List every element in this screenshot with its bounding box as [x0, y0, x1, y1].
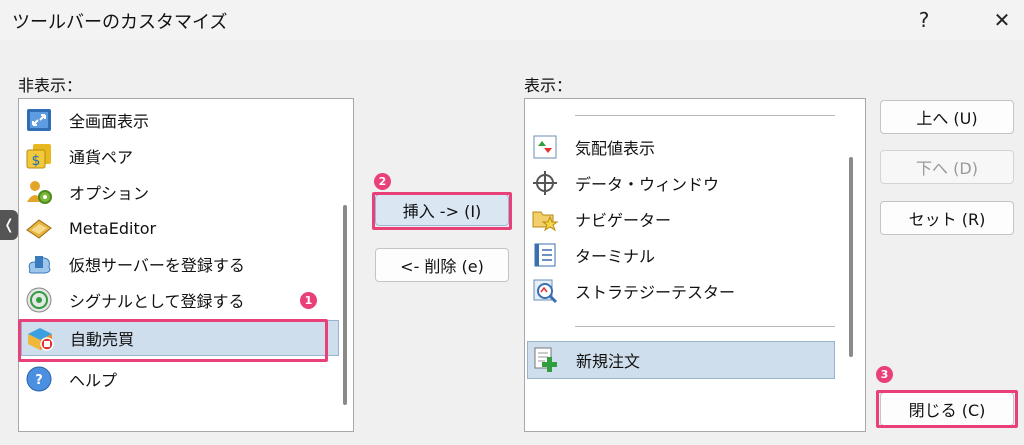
- list-item-strategy-tester[interactable]: ストラテジーテスター: [527, 273, 851, 309]
- step-badge-1: 1: [300, 292, 317, 309]
- fullscreen-icon: [27, 109, 51, 131]
- insert-button[interactable]: 挿入 -> (I): [375, 194, 509, 226]
- help-icon: ?: [26, 366, 52, 392]
- market-watch-icon: [533, 135, 557, 159]
- shown-list-label: 表示：: [524, 76, 573, 95]
- item-label: 新規注文: [576, 352, 641, 371]
- hidden-list[interactable]: 全画面表示 $ 通貨ペア オプション MetaEditor 仮想サーバーを登録す…: [18, 98, 354, 432]
- svg-text:$: $: [32, 153, 41, 169]
- hidden-list-label: 非表示：: [18, 76, 83, 95]
- list-item-virtual-server[interactable]: 仮想サーバーを登録する: [21, 246, 339, 282]
- close-button[interactable]: 閉じる (C): [880, 392, 1014, 426]
- hidden-list-scrollbar[interactable]: [343, 205, 347, 405]
- item-label: MetaEditor: [69, 218, 157, 238]
- move-down-button[interactable]: 下へ (D): [880, 150, 1014, 184]
- shown-list[interactable]: 気配値表示 データ・ウィンドウ ナビゲーター ターミナル ストラテジーテスター: [524, 98, 866, 432]
- list-item-help[interactable]: ? ヘルプ: [21, 361, 339, 397]
- signal-icon: [26, 287, 52, 313]
- collapse-tab-icon[interactable]: ❬: [0, 210, 18, 240]
- currency-pair-icon: $: [26, 144, 51, 169]
- navigator-icon: [532, 211, 559, 232]
- new-order-icon: [534, 347, 557, 372]
- metaeditor-icon: [26, 219, 52, 239]
- item-label: 気配値表示: [575, 139, 656, 158]
- close-window-button[interactable]: ✕: [984, 6, 1020, 34]
- list-item-terminal[interactable]: ターミナル: [527, 237, 851, 273]
- item-label: シグナルとして登録する: [69, 292, 245, 311]
- window-title: ツールバーのカスタマイズ: [12, 12, 228, 33]
- item-label: 仮想サーバーを登録する: [69, 256, 245, 275]
- list-item-options[interactable]: オプション: [21, 174, 339, 210]
- list-item-signal[interactable]: シグナルとして登録する: [21, 282, 339, 318]
- move-up-button[interactable]: 上へ (U): [880, 100, 1014, 134]
- separator: [575, 326, 835, 327]
- auto-trading-icon: [28, 328, 54, 351]
- shown-list-scrollbar[interactable]: [849, 157, 853, 357]
- list-item-data-window[interactable]: データ・ウィンドウ: [527, 165, 851, 201]
- item-label: データ・ウィンドウ: [575, 175, 720, 194]
- options-icon: [27, 181, 52, 204]
- item-label: 通貨ペア: [69, 148, 134, 167]
- list-item-market-watch[interactable]: 気配値表示: [527, 129, 851, 165]
- item-label: ナビゲーター: [575, 211, 672, 230]
- list-item-currency-pair[interactable]: $ 通貨ペア: [21, 138, 339, 174]
- list-item-fullscreen[interactable]: 全画面表示: [21, 102, 339, 138]
- step-badge-3: 3: [876, 366, 893, 383]
- item-label: 全画面表示: [69, 112, 150, 131]
- item-label: ストラテジーテスター: [575, 283, 736, 302]
- virtual-server-icon: [28, 256, 51, 274]
- remove-button[interactable]: <- 削除 (e): [375, 248, 509, 282]
- item-label: オプション: [69, 184, 150, 203]
- data-window-icon: [533, 171, 557, 195]
- help-button[interactable]: ?: [906, 6, 942, 34]
- list-item-new-order[interactable]: 新規注文: [527, 341, 835, 379]
- svg-text:?: ?: [35, 373, 43, 388]
- item-label: ヘルプ: [69, 371, 118, 390]
- list-item-navigator[interactable]: ナビゲーター: [527, 201, 851, 237]
- reset-button[interactable]: セット (R): [880, 201, 1014, 235]
- title-bar: ツールバーのカスタマイズ ? ✕: [0, 0, 1024, 40]
- step-badge-2: 2: [374, 173, 391, 190]
- item-label: 自動売買: [70, 330, 135, 349]
- list-item-metaeditor[interactable]: MetaEditor: [21, 210, 339, 246]
- separator: [575, 115, 835, 116]
- list-item-auto-trading[interactable]: 自動売買: [21, 320, 339, 356]
- terminal-icon: [534, 243, 556, 267]
- item-label: ターミナル: [575, 247, 656, 266]
- strategy-tester-icon: [533, 279, 558, 304]
